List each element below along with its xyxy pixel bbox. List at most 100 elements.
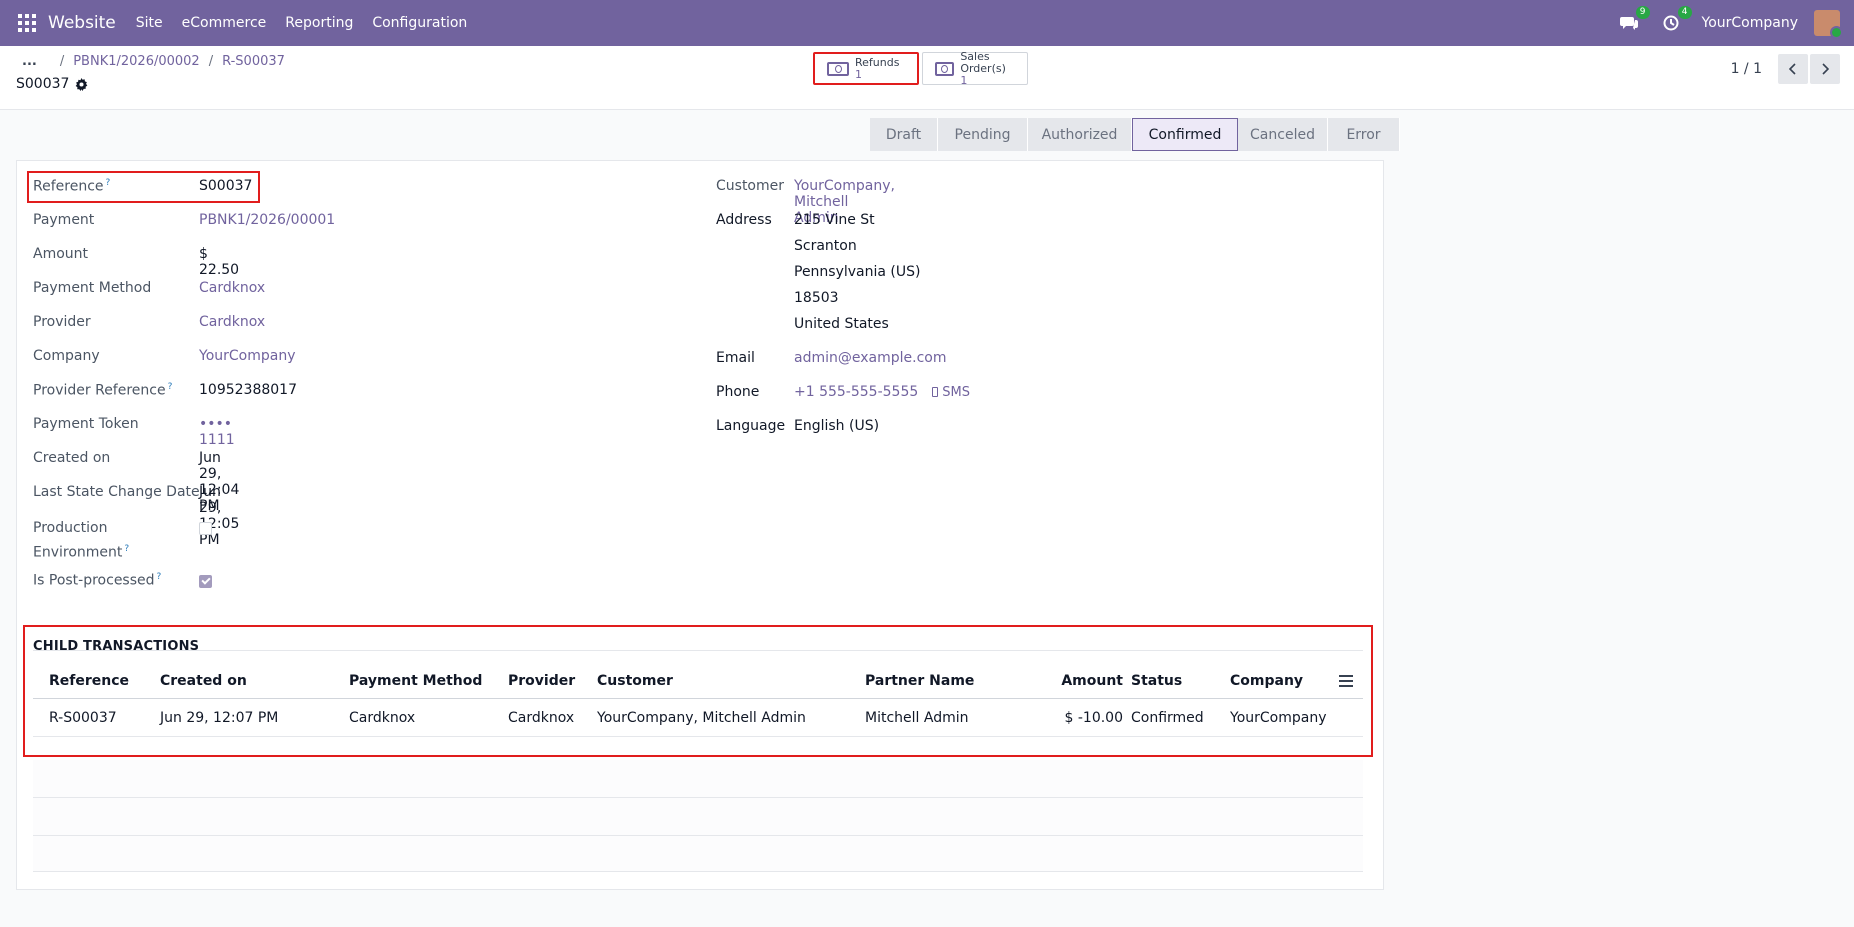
row-payment-method: Cardknox xyxy=(349,709,416,726)
language-label: Language xyxy=(716,418,786,434)
apps-menu-icon[interactable] xyxy=(18,14,36,32)
address-street: 215 Vine St xyxy=(794,212,875,228)
payment-label: Payment xyxy=(33,212,95,228)
field-language: Language English (US) xyxy=(716,418,879,434)
optional-columns-toggle[interactable] xyxy=(1339,663,1353,698)
top-navbar: Website Site eCommerce Reporting Configu… xyxy=(0,0,1854,46)
pager-next-button[interactable] xyxy=(1810,54,1840,84)
breadcrumb-item-refund[interactable]: R-S00037 xyxy=(222,54,285,69)
col-reference[interactable]: Reference xyxy=(49,663,129,698)
row-customer: YourCompany, Mitchell Admin xyxy=(597,709,806,726)
status-bar: Draft Pending Authorized Confirmed Cance… xyxy=(870,118,1400,151)
provider-link[interactable]: Cardknox xyxy=(199,314,265,330)
breadcrumb: ... / PBNK1/2026/00002 / R-S00037 xyxy=(22,54,285,69)
chevron-left-icon xyxy=(1789,63,1796,75)
pager-previous-button[interactable] xyxy=(1778,54,1808,84)
stage-authorized[interactable]: Authorized xyxy=(1028,118,1132,151)
is-post-processed-checkbox[interactable] xyxy=(199,575,212,588)
row-company: YourCompany xyxy=(1230,709,1327,726)
pager: 1 / 1 xyxy=(1731,54,1840,84)
empty-table-row xyxy=(33,760,1363,798)
row-partner-name: Mitchell Admin xyxy=(865,709,969,726)
col-partner-name[interactable]: Partner Name xyxy=(865,663,974,698)
customer-label: Customer xyxy=(716,178,785,194)
breadcrumb-ellipsis[interactable]: ... xyxy=(22,54,37,69)
col-payment-method[interactable]: Payment Method xyxy=(349,663,482,698)
sales-orders-smart-button[interactable]: Sales Order(s) 1 xyxy=(922,50,1028,87)
col-created-on[interactable]: Created on xyxy=(160,663,247,698)
payment-token-label: Payment Token xyxy=(33,416,139,432)
menu-reporting[interactable]: Reporting xyxy=(285,15,353,31)
stage-confirmed[interactable]: Confirmed xyxy=(1132,118,1238,151)
help-icon[interactable]: ? xyxy=(124,544,129,554)
field-payment: Payment PBNK1/2026/00001 xyxy=(33,212,335,228)
sales-orders-count: 1 xyxy=(960,73,968,87)
user-avatar[interactable] xyxy=(1814,10,1843,39)
field-is-post-processed: Is Post-processed? xyxy=(33,572,212,589)
company-label: Company xyxy=(33,348,100,364)
pager-value[interactable]: 1 / 1 xyxy=(1731,61,1762,77)
stage-error[interactable]: Error xyxy=(1328,118,1400,151)
payment-token-link[interactable]: •••• 1111 xyxy=(199,416,235,448)
col-company[interactable]: Company xyxy=(1230,663,1303,698)
production-environment-checkbox[interactable] xyxy=(199,522,212,535)
address-city: Scranton xyxy=(794,238,857,254)
refunds-smart-button[interactable]: Refunds 1 xyxy=(813,52,919,85)
payment-method-link[interactable]: Cardknox xyxy=(199,280,265,296)
field-address: Address 215 Vine St Scranton Pennsylvani… xyxy=(716,212,921,332)
payment-method-label: Payment Method xyxy=(33,280,152,296)
field-customer: Customer YourCompany, Mitchell Admin xyxy=(716,178,895,226)
language-value[interactable]: English (US) xyxy=(794,418,879,434)
refunds-count: 1 xyxy=(855,67,862,81)
company-link[interactable]: YourCompany xyxy=(199,348,296,364)
control-panel: ... / PBNK1/2026/00002 / R-S00037 S00037… xyxy=(0,46,1854,110)
help-icon[interactable]: ? xyxy=(157,572,162,582)
col-customer[interactable]: Customer xyxy=(597,663,673,698)
address-block: 215 Vine St Scranton Pennsylvania (US) 1… xyxy=(794,207,921,337)
col-status[interactable]: Status xyxy=(1131,663,1182,698)
mobile-phone-icon xyxy=(932,387,939,397)
phone-link[interactable]: +1 555-555-5555 xyxy=(794,384,918,400)
field-payment-token: Payment Token •••• 1111 xyxy=(33,416,235,448)
row-reference: R-S00037 xyxy=(49,709,117,726)
activities-clock-icon[interactable]: 4 xyxy=(1660,6,1692,34)
stage-draft[interactable]: Draft xyxy=(870,118,938,151)
payment-link[interactable]: PBNK1/2026/00001 xyxy=(199,212,335,228)
menu-ecommerce[interactable]: eCommerce xyxy=(182,15,267,31)
breadcrumb-item-payment[interactable]: PBNK1/2026/00002 xyxy=(73,54,199,69)
company-switcher[interactable]: YourCompany xyxy=(1702,15,1799,31)
sliders-icon xyxy=(1339,674,1353,687)
provider-reference-label: Provider Reference xyxy=(33,382,166,399)
money-icon xyxy=(827,61,849,76)
menu-configuration[interactable]: Configuration xyxy=(372,15,467,31)
phone-label: Phone xyxy=(716,384,760,400)
field-provider: Provider Cardknox xyxy=(33,314,265,330)
created-on-label: Created on xyxy=(33,450,111,466)
row-status: Confirmed xyxy=(1131,709,1204,726)
last-state-change-label: Last State Change Date xyxy=(33,484,200,500)
stage-pending[interactable]: Pending xyxy=(938,118,1028,151)
messages-icon[interactable]: 9 xyxy=(1618,6,1650,34)
help-icon[interactable]: ? xyxy=(106,178,111,188)
sms-button[interactable]: SMS xyxy=(932,384,970,400)
col-amount[interactable]: Amount xyxy=(1033,663,1123,698)
refunds-label: Refunds xyxy=(855,55,900,69)
menu-site[interactable]: Site xyxy=(136,15,163,31)
money-icon xyxy=(935,61,955,76)
stage-canceled[interactable]: Canceled xyxy=(1238,118,1328,151)
table-row[interactable]: R-S00037 Jun 29, 12:07 PM Cardknox Cardk… xyxy=(33,699,1363,737)
field-payment-method: Payment Method Cardknox xyxy=(33,280,265,296)
help-icon[interactable]: ? xyxy=(168,382,173,392)
reference-value[interactable]: S00037 xyxy=(199,178,252,194)
provider-label: Provider xyxy=(33,314,91,330)
gear-icon[interactable] xyxy=(75,77,88,91)
col-provider[interactable]: Provider xyxy=(508,663,575,698)
reference-label: Reference xyxy=(33,178,104,195)
app-brand[interactable]: Website xyxy=(48,13,116,33)
last-state-change-value: Jun 29, 12:05 PM xyxy=(199,484,240,548)
address-label: Address xyxy=(716,212,772,228)
chevron-right-icon xyxy=(1822,63,1829,75)
is-post-processed-label: Is Post-processed xyxy=(33,572,155,589)
email-link[interactable]: admin@example.com xyxy=(794,350,946,366)
address-country: United States xyxy=(794,316,889,332)
